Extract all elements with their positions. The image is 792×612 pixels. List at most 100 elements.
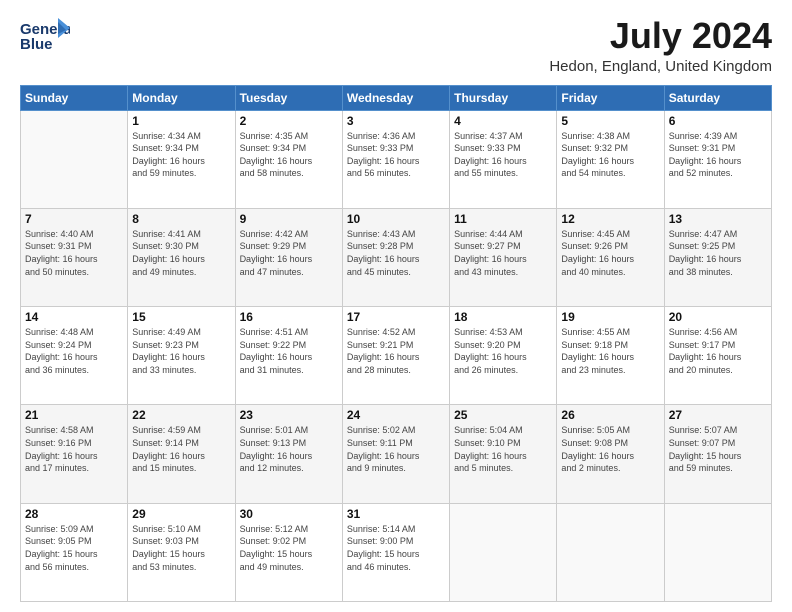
day-number: 13 — [669, 212, 767, 226]
day-number: 23 — [240, 408, 338, 422]
day-number: 8 — [132, 212, 230, 226]
calendar-cell: 28Sunrise: 5:09 AM Sunset: 9:05 PM Dayli… — [21, 503, 128, 601]
col-header-saturday: Saturday — [664, 85, 771, 110]
calendar-header-row: SundayMondayTuesdayWednesdayThursdayFrid… — [21, 85, 772, 110]
calendar-cell: 29Sunrise: 5:10 AM Sunset: 9:03 PM Dayli… — [128, 503, 235, 601]
day-number: 17 — [347, 310, 445, 324]
day-info: Sunrise: 4:58 AM Sunset: 9:16 PM Dayligh… — [25, 424, 123, 474]
day-number: 11 — [454, 212, 552, 226]
day-number: 16 — [240, 310, 338, 324]
day-info: Sunrise: 4:35 AM Sunset: 9:34 PM Dayligh… — [240, 130, 338, 180]
day-number: 3 — [347, 114, 445, 128]
col-header-wednesday: Wednesday — [342, 85, 449, 110]
calendar-cell: 27Sunrise: 5:07 AM Sunset: 9:07 PM Dayli… — [664, 405, 771, 503]
calendar-cell: 5 Sunrise: 4:38 AM Sunset: 9:32 PM Daylig… — [557, 110, 664, 208]
day-info: Sunrise: 4:44 AM Sunset: 9:27 PM Dayligh… — [454, 228, 552, 278]
day-info: Sunrise: 4:48 AM Sunset: 9:24 PM Dayligh… — [25, 326, 123, 376]
day-info: Sunrise: 4:53 AM Sunset: 9:20 PM Dayligh… — [454, 326, 552, 376]
day-info: Sunrise: 4:59 AM Sunset: 9:14 PM Dayligh… — [132, 424, 230, 474]
day-info: Sunrise: 4:34 AM Sunset: 9:34 PM Dayligh… — [132, 130, 230, 180]
calendar-cell: 12 Sunrise: 4:45 AM Sunset: 9:26 PM Dayli… — [557, 208, 664, 306]
calendar-cell: 9 Sunrise: 4:42 AM Sunset: 9:29 PM Daylig… — [235, 208, 342, 306]
day-number: 1 — [132, 114, 230, 128]
day-info: Sunrise: 4:45 AM Sunset: 9:26 PM Dayligh… — [561, 228, 659, 278]
day-info: Sunrise: 4:38 AM Sunset: 9:32 PM Dayligh… — [561, 130, 659, 180]
calendar-cell: 11 Sunrise: 4:44 AM Sunset: 9:27 PM Dayli… — [450, 208, 557, 306]
col-header-thursday: Thursday — [450, 85, 557, 110]
calendar-cell: 4 Sunrise: 4:37 AM Sunset: 9:33 PM Daylig… — [450, 110, 557, 208]
day-info: Sunrise: 4:36 AM Sunset: 9:33 PM Dayligh… — [347, 130, 445, 180]
calendar-cell: 17 Sunrise: 4:52 AM Sunset: 9:21 PM Dayli… — [342, 307, 449, 405]
day-info: Sunrise: 5:01 AM Sunset: 9:13 PM Dayligh… — [240, 424, 338, 474]
calendar-cell: 24Sunrise: 5:02 AM Sunset: 9:11 PM Dayli… — [342, 405, 449, 503]
calendar-cell: 16 Sunrise: 4:51 AM Sunset: 9:22 PM Dayli… — [235, 307, 342, 405]
col-header-tuesday: Tuesday — [235, 85, 342, 110]
day-info: Sunrise: 4:51 AM Sunset: 9:22 PM Dayligh… — [240, 326, 338, 376]
calendar-week-row: 7 Sunrise: 4:40 AM Sunset: 9:31 PM Daylig… — [21, 208, 772, 306]
title-area: July 2024 Hedon, England, United Kingdom — [549, 16, 772, 75]
calendar-cell: 7 Sunrise: 4:40 AM Sunset: 9:31 PM Daylig… — [21, 208, 128, 306]
calendar-cell: 26 Sunrise: 5:05 AM Sunset: 9:08 PM Dayli… — [557, 405, 664, 503]
calendar-cell: 25Sunrise: 5:04 AM Sunset: 9:10 PM Dayli… — [450, 405, 557, 503]
calendar-cell — [664, 503, 771, 601]
day-number: 26 — [561, 408, 659, 422]
calendar-week-row: 14 Sunrise: 4:48 AM Sunset: 9:24 PM Dayli… — [21, 307, 772, 405]
calendar-cell: 18Sunrise: 4:53 AM Sunset: 9:20 PM Dayli… — [450, 307, 557, 405]
location: Hedon, England, United Kingdom — [549, 58, 772, 75]
day-number: 10 — [347, 212, 445, 226]
calendar-week-row: 21 Sunrise: 4:58 AM Sunset: 9:16 PM Dayli… — [21, 405, 772, 503]
logo: GeneralBlue — [20, 16, 70, 61]
day-number: 15 — [132, 310, 230, 324]
day-number: 30 — [240, 507, 338, 521]
day-number: 21 — [25, 408, 123, 422]
day-number: 9 — [240, 212, 338, 226]
header: GeneralBlue July 2024 Hedon, England, Un… — [20, 16, 772, 75]
calendar-cell: 15 Sunrise: 4:49 AM Sunset: 9:23 PM Dayli… — [128, 307, 235, 405]
day-info: Sunrise: 4:52 AM Sunset: 9:21 PM Dayligh… — [347, 326, 445, 376]
day-info: Sunrise: 4:47 AM Sunset: 9:25 PM Dayligh… — [669, 228, 767, 278]
day-info: Sunrise: 4:40 AM Sunset: 9:31 PM Dayligh… — [25, 228, 123, 278]
day-info: Sunrise: 5:09 AM Sunset: 9:05 PM Dayligh… — [25, 523, 123, 573]
day-number: 25 — [454, 408, 552, 422]
calendar-cell: 1 Sunrise: 4:34 AM Sunset: 9:34 PM Daylig… — [128, 110, 235, 208]
calendar-table: SundayMondayTuesdayWednesdayThursdayFrid… — [20, 85, 772, 602]
day-info: Sunrise: 4:42 AM Sunset: 9:29 PM Dayligh… — [240, 228, 338, 278]
day-number: 29 — [132, 507, 230, 521]
calendar-cell — [450, 503, 557, 601]
calendar-cell — [21, 110, 128, 208]
col-header-monday: Monday — [128, 85, 235, 110]
logo-icon: GeneralBlue — [20, 16, 70, 61]
page: GeneralBlue July 2024 Hedon, England, Un… — [0, 0, 792, 612]
svg-text:Blue: Blue — [20, 36, 53, 53]
day-info: Sunrise: 4:41 AM Sunset: 9:30 PM Dayligh… — [132, 228, 230, 278]
calendar-week-row: 1 Sunrise: 4:34 AM Sunset: 9:34 PM Daylig… — [21, 110, 772, 208]
day-info: Sunrise: 4:43 AM Sunset: 9:28 PM Dayligh… — [347, 228, 445, 278]
day-info: Sunrise: 4:55 AM Sunset: 9:18 PM Dayligh… — [561, 326, 659, 376]
day-info: Sunrise: 5:05 AM Sunset: 9:08 PM Dayligh… — [561, 424, 659, 474]
day-number: 6 — [669, 114, 767, 128]
calendar-cell: 19 Sunrise: 4:55 AM Sunset: 9:18 PM Dayli… — [557, 307, 664, 405]
day-number: 27 — [669, 408, 767, 422]
day-info: Sunrise: 4:56 AM Sunset: 9:17 PM Dayligh… — [669, 326, 767, 376]
day-number: 7 — [25, 212, 123, 226]
day-number: 4 — [454, 114, 552, 128]
day-number: 14 — [25, 310, 123, 324]
day-info: Sunrise: 5:12 AM Sunset: 9:02 PM Dayligh… — [240, 523, 338, 573]
calendar-cell: 22 Sunrise: 4:59 AM Sunset: 9:14 PM Dayli… — [128, 405, 235, 503]
day-number: 19 — [561, 310, 659, 324]
day-number: 12 — [561, 212, 659, 226]
calendar-cell: 2Sunrise: 4:35 AM Sunset: 9:34 PM Daylig… — [235, 110, 342, 208]
month-title: July 2024 — [549, 16, 772, 56]
day-info: Sunrise: 4:37 AM Sunset: 9:33 PM Dayligh… — [454, 130, 552, 180]
calendar-cell: 21 Sunrise: 4:58 AM Sunset: 9:16 PM Dayli… — [21, 405, 128, 503]
day-number: 22 — [132, 408, 230, 422]
calendar-cell: 20Sunrise: 4:56 AM Sunset: 9:17 PM Dayli… — [664, 307, 771, 405]
day-info: Sunrise: 4:49 AM Sunset: 9:23 PM Dayligh… — [132, 326, 230, 376]
day-info: Sunrise: 4:39 AM Sunset: 9:31 PM Dayligh… — [669, 130, 767, 180]
calendar-cell: 6 Sunrise: 4:39 AM Sunset: 9:31 PM Daylig… — [664, 110, 771, 208]
col-header-friday: Friday — [557, 85, 664, 110]
day-number: 31 — [347, 507, 445, 521]
day-number: 5 — [561, 114, 659, 128]
day-info: Sunrise: 5:14 AM Sunset: 9:00 PM Dayligh… — [347, 523, 445, 573]
calendar-cell: 8 Sunrise: 4:41 AM Sunset: 9:30 PM Daylig… — [128, 208, 235, 306]
